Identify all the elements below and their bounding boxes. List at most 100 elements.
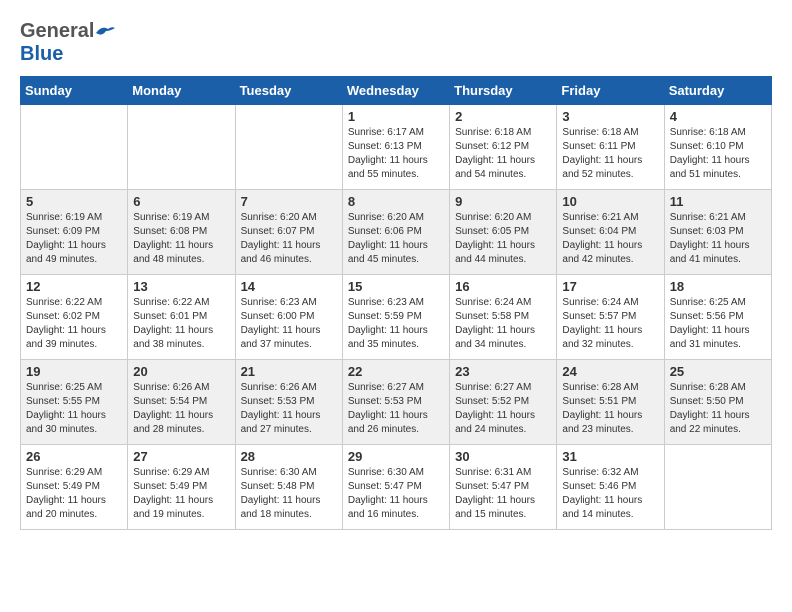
day-info: Sunrise: 6:26 AM Sunset: 5:54 PM Dayligh…	[133, 381, 229, 437]
day-number: 17	[562, 279, 658, 294]
logo-bird-icon	[94, 23, 116, 41]
calendar-cell: 25 Sunrise: 6:28 AM Sunset: 5:50 PM Dayli…	[664, 360, 771, 445]
day-info: Sunrise: 6:23 AM Sunset: 5:59 PM Dayligh…	[348, 296, 444, 352]
day-number: 12	[26, 279, 122, 294]
day-info: Sunrise: 6:29 AM Sunset: 5:49 PM Dayligh…	[26, 466, 122, 522]
weekday-header-sunday: Sunday	[21, 77, 128, 105]
day-number: 18	[670, 279, 766, 294]
day-info: Sunrise: 6:18 AM Sunset: 6:12 PM Dayligh…	[455, 126, 551, 182]
calendar-cell: 12 Sunrise: 6:22 AM Sunset: 6:02 PM Dayli…	[21, 275, 128, 360]
calendar-cell	[128, 105, 235, 190]
day-number: 5	[26, 194, 122, 209]
day-number: 19	[26, 364, 122, 379]
calendar-cell: 15 Sunrise: 6:23 AM Sunset: 5:59 PM Dayli…	[342, 275, 449, 360]
weekday-header-monday: Monday	[128, 77, 235, 105]
calendar-cell: 17Sunrise: 6:24 AM Sunset: 5:57 PM Dayli…	[557, 275, 664, 360]
day-info: Sunrise: 6:22 AM Sunset: 6:02 PM Dayligh…	[26, 296, 122, 352]
day-number: 21	[241, 364, 337, 379]
day-info: Sunrise: 6:32 AM Sunset: 5:46 PM Dayligh…	[562, 466, 658, 522]
weekday-header-friday: Friday	[557, 77, 664, 105]
calendar-cell	[235, 105, 342, 190]
calendar-week-row: 12 Sunrise: 6:22 AM Sunset: 6:02 PM Dayli…	[21, 275, 772, 360]
day-info: Sunrise: 6:31 AM Sunset: 5:47 PM Dayligh…	[455, 466, 551, 522]
calendar-cell: 11 Sunrise: 6:21 AM Sunset: 6:03 PM Dayli…	[664, 190, 771, 275]
day-number: 6	[133, 194, 229, 209]
day-info: Sunrise: 6:19 AM Sunset: 6:09 PM Dayligh…	[26, 211, 122, 267]
day-info: Sunrise: 6:28 AM Sunset: 5:51 PM Dayligh…	[562, 381, 658, 437]
calendar-cell: 18 Sunrise: 6:25 AM Sunset: 5:56 PM Dayli…	[664, 275, 771, 360]
day-number: 26	[26, 449, 122, 464]
day-info: Sunrise: 6:21 AM Sunset: 6:03 PM Dayligh…	[670, 211, 766, 267]
day-number: 20	[133, 364, 229, 379]
day-number: 11	[670, 194, 766, 209]
weekday-header-saturday: Saturday	[664, 77, 771, 105]
day-number: 28	[241, 449, 337, 464]
day-info: Sunrise: 6:30 AM Sunset: 5:48 PM Dayligh…	[241, 466, 337, 522]
day-info: Sunrise: 6:20 AM Sunset: 6:05 PM Dayligh…	[455, 211, 551, 267]
day-info: Sunrise: 6:24 AM Sunset: 5:58 PM Dayligh…	[455, 296, 551, 352]
calendar-cell: 5 Sunrise: 6:19 AM Sunset: 6:09 PM Daylig…	[21, 190, 128, 275]
day-info: Sunrise: 6:30 AM Sunset: 5:47 PM Dayligh…	[348, 466, 444, 522]
calendar-table: SundayMondayTuesdayWednesdayThursdayFrid…	[20, 76, 772, 530]
day-number: 14	[241, 279, 337, 294]
day-info: Sunrise: 6:19 AM Sunset: 6:08 PM Dayligh…	[133, 211, 229, 267]
calendar-cell: 22 Sunrise: 6:27 AM Sunset: 5:53 PM Dayli…	[342, 360, 449, 445]
day-number: 24	[562, 364, 658, 379]
logo-general-text: General	[20, 20, 94, 43]
day-number: 1	[348, 109, 444, 124]
calendar-week-row: 5 Sunrise: 6:19 AM Sunset: 6:09 PM Daylig…	[21, 190, 772, 275]
calendar-week-row: 1Sunrise: 6:17 AM Sunset: 6:13 PM Daylig…	[21, 105, 772, 190]
calendar-cell: 30 Sunrise: 6:31 AM Sunset: 5:47 PM Dayli…	[450, 445, 557, 530]
calendar-week-row: 19Sunrise: 6:25 AM Sunset: 5:55 PM Dayli…	[21, 360, 772, 445]
day-info: Sunrise: 6:21 AM Sunset: 6:04 PM Dayligh…	[562, 211, 658, 267]
calendar-cell: 1Sunrise: 6:17 AM Sunset: 6:13 PM Daylig…	[342, 105, 449, 190]
weekday-header-thursday: Thursday	[450, 77, 557, 105]
day-info: Sunrise: 6:29 AM Sunset: 5:49 PM Dayligh…	[133, 466, 229, 522]
calendar-cell: 27 Sunrise: 6:29 AM Sunset: 5:49 PM Dayli…	[128, 445, 235, 530]
calendar-week-row: 26 Sunrise: 6:29 AM Sunset: 5:49 PM Dayli…	[21, 445, 772, 530]
day-number: 9	[455, 194, 551, 209]
day-info: Sunrise: 6:25 AM Sunset: 5:56 PM Dayligh…	[670, 296, 766, 352]
day-info: Sunrise: 6:18 AM Sunset: 6:11 PM Dayligh…	[562, 126, 658, 182]
calendar-cell	[664, 445, 771, 530]
day-number: 27	[133, 449, 229, 464]
day-number: 2	[455, 109, 551, 124]
calendar-cell: 4 Sunrise: 6:18 AM Sunset: 6:10 PM Daylig…	[664, 105, 771, 190]
calendar-cell: 28 Sunrise: 6:30 AM Sunset: 5:48 PM Dayli…	[235, 445, 342, 530]
day-number: 29	[348, 449, 444, 464]
day-number: 22	[348, 364, 444, 379]
day-number: 13	[133, 279, 229, 294]
weekday-header-tuesday: Tuesday	[235, 77, 342, 105]
day-number: 10	[562, 194, 658, 209]
calendar-cell: 14Sunrise: 6:23 AM Sunset: 6:00 PM Dayli…	[235, 275, 342, 360]
day-info: Sunrise: 6:27 AM Sunset: 5:53 PM Dayligh…	[348, 381, 444, 437]
day-info: Sunrise: 6:20 AM Sunset: 6:07 PM Dayligh…	[241, 211, 337, 267]
day-number: 7	[241, 194, 337, 209]
calendar-cell: 3 Sunrise: 6:18 AM Sunset: 6:11 PM Daylig…	[557, 105, 664, 190]
header: General Blue	[20, 20, 772, 66]
day-number: 31	[562, 449, 658, 464]
logo-blue-text: Blue	[20, 43, 63, 66]
day-info: Sunrise: 6:28 AM Sunset: 5:50 PM Dayligh…	[670, 381, 766, 437]
day-info: Sunrise: 6:26 AM Sunset: 5:53 PM Dayligh…	[241, 381, 337, 437]
logo: General Blue	[20, 20, 116, 66]
day-number: 15	[348, 279, 444, 294]
day-number: 25	[670, 364, 766, 379]
calendar-cell: 31 Sunrise: 6:32 AM Sunset: 5:46 PM Dayli…	[557, 445, 664, 530]
calendar-cell: 8Sunrise: 6:20 AM Sunset: 6:06 PM Daylig…	[342, 190, 449, 275]
calendar-cell: 7 Sunrise: 6:20 AM Sunset: 6:07 PM Daylig…	[235, 190, 342, 275]
day-info: Sunrise: 6:22 AM Sunset: 6:01 PM Dayligh…	[133, 296, 229, 352]
calendar-cell: 26 Sunrise: 6:29 AM Sunset: 5:49 PM Dayli…	[21, 445, 128, 530]
calendar-cell: 9 Sunrise: 6:20 AM Sunset: 6:05 PM Daylig…	[450, 190, 557, 275]
day-number: 3	[562, 109, 658, 124]
day-info: Sunrise: 6:27 AM Sunset: 5:52 PM Dayligh…	[455, 381, 551, 437]
day-number: 16	[455, 279, 551, 294]
calendar-cell: 13 Sunrise: 6:22 AM Sunset: 6:01 PM Dayli…	[128, 275, 235, 360]
day-info: Sunrise: 6:18 AM Sunset: 6:10 PM Dayligh…	[670, 126, 766, 182]
day-number: 4	[670, 109, 766, 124]
day-number: 8	[348, 194, 444, 209]
calendar-cell	[21, 105, 128, 190]
day-number: 30	[455, 449, 551, 464]
calendar-cell: 21 Sunrise: 6:26 AM Sunset: 5:53 PM Dayli…	[235, 360, 342, 445]
calendar-cell: 16 Sunrise: 6:24 AM Sunset: 5:58 PM Dayli…	[450, 275, 557, 360]
